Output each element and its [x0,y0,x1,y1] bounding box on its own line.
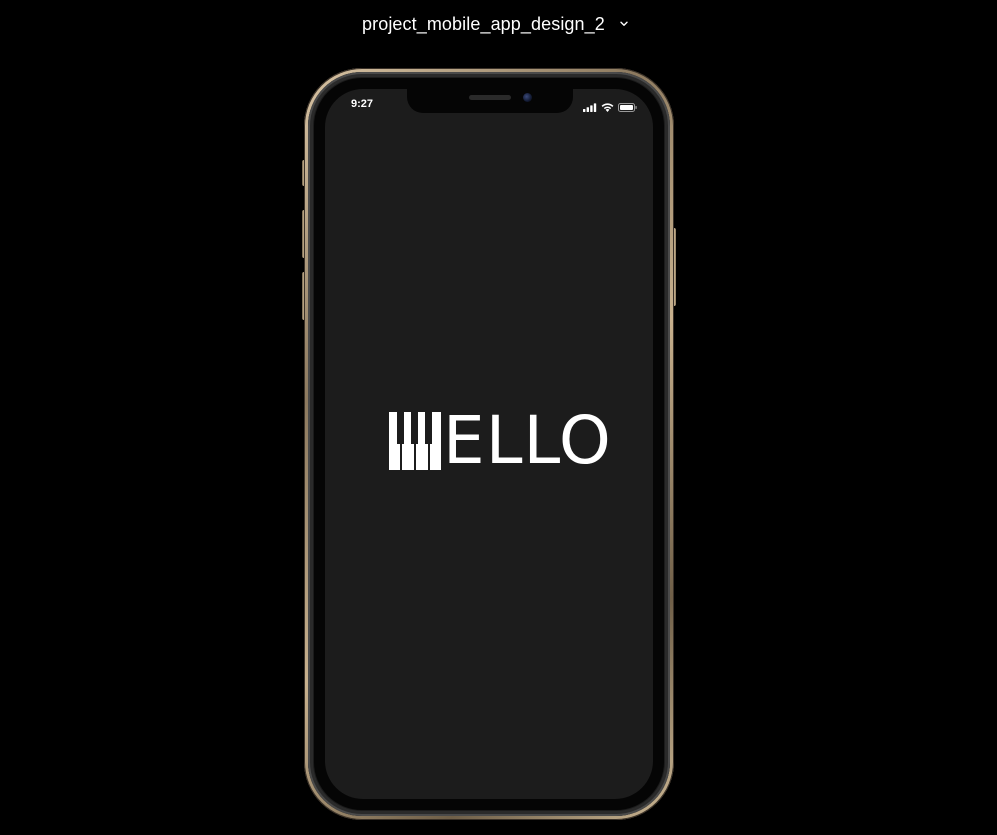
file-name-dropdown[interactable]: project_mobile_app_design_2 [352,8,639,40]
notch [407,89,573,113]
piano-keys-icon [389,412,441,470]
chevron-down-icon [619,19,629,29]
status-bar-time: 9:27 [351,98,374,110]
logo-text: ELLO [443,402,612,479]
battery-icon [618,99,637,117]
cellular-signal-icon [583,99,597,117]
front-camera-icon [523,93,532,102]
top-bar: project_mobile_app_design_2 [0,0,997,48]
speaker-grille [469,95,511,100]
status-bar-icons [583,99,637,117]
wifi-icon [601,99,614,117]
phone-mockup: 9:27 ELLO [302,68,676,820]
file-name-label: project_mobile_app_design_2 [362,13,605,34]
mello-logo: ELLO [389,402,612,479]
phone-screen[interactable]: 9:27 ELLO [325,89,653,799]
